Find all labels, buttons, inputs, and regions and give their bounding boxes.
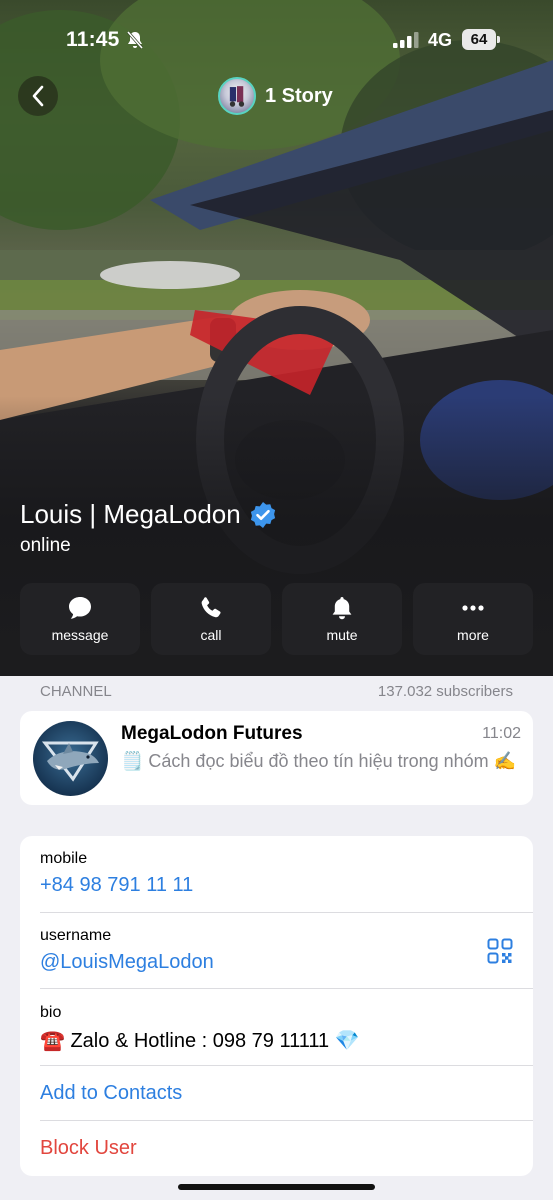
username-label: username xyxy=(40,927,112,944)
channel-title: MegaLodon Futures xyxy=(121,723,303,744)
call-label: call xyxy=(200,627,222,643)
mobile-label: mobile xyxy=(40,850,88,867)
block-user-button[interactable]: Block User xyxy=(40,1137,533,1160)
more-button[interactable]: more xyxy=(413,583,533,655)
add-to-contacts-button[interactable]: Add to Contacts xyxy=(40,1082,533,1105)
username-value[interactable]: @LouisMegaLodon xyxy=(40,951,533,974)
divider xyxy=(40,1120,533,1121)
verified-badge-icon[interactable] xyxy=(249,501,277,529)
silent-mode-icon xyxy=(126,31,144,49)
message-button[interactable]: message xyxy=(20,583,140,655)
username-row[interactable]: username @LouisMegaLodon xyxy=(40,927,533,974)
story-avatar xyxy=(218,77,256,115)
story-button[interactable]: 1 Story xyxy=(218,77,333,115)
mobile-value[interactable]: +84 98 791 11 11 xyxy=(40,874,533,897)
channel-section-header: CHANNEL 137.032 subscribers xyxy=(40,683,513,700)
call-button[interactable]: call xyxy=(151,583,271,655)
qr-code-icon[interactable] xyxy=(487,938,513,964)
divider xyxy=(40,912,533,913)
bio-row: bio ☎️ Zalo & Hotline : 098 79 11111 💎 xyxy=(40,1004,533,1053)
profile-name: Louis | MegaLodon xyxy=(20,499,277,530)
status-time: 11:45 xyxy=(66,28,120,51)
mobile-row[interactable]: mobile +84 98 791 11 11 xyxy=(40,850,533,897)
bio-value: ☎️ Zalo & Hotline : 098 79 11111 💎 xyxy=(40,1030,360,1052)
message-label: message xyxy=(51,627,109,643)
story-label: 1 Story xyxy=(265,84,333,107)
divider xyxy=(40,1065,533,1066)
network-type: 4G xyxy=(428,30,453,50)
chevron-left-icon xyxy=(32,85,44,107)
block-user-row[interactable]: Block User xyxy=(40,1131,533,1160)
shark-logo-icon xyxy=(41,741,99,782)
profile-name-text: Louis | MegaLodon xyxy=(20,499,241,529)
mute-label: mute xyxy=(326,627,358,643)
channel-last-time: 11:02 xyxy=(482,725,521,742)
channel-last-message: 🗒️ Cách đọc biểu đồ theo tín hiệu trong … xyxy=(121,751,517,771)
channel-avatar xyxy=(33,721,108,796)
contact-info-card: mobile +84 98 791 11 11 username @LouisM… xyxy=(20,836,533,1176)
status-bar: 11:45 4G 64 xyxy=(0,0,553,80)
story-thumbnail-icon xyxy=(229,86,245,107)
channel-heading: CHANNEL xyxy=(40,683,112,700)
mute-button[interactable]: mute xyxy=(282,583,402,655)
add-contacts-row[interactable]: Add to Contacts xyxy=(40,1076,533,1105)
online-status: online xyxy=(20,535,71,556)
profile-photo-header[interactable]: 11:45 4G 64 1 Story Louis | MegaLodon on… xyxy=(0,0,553,676)
battery-level: 64 xyxy=(462,29,496,50)
action-bar: message call mute more xyxy=(20,583,533,655)
subscriber-count: 137.032 subscribers xyxy=(377,683,513,700)
message-icon xyxy=(69,597,91,619)
back-button[interactable] xyxy=(18,76,58,116)
home-indicator[interactable] xyxy=(178,1184,375,1190)
cellular-signal-icon xyxy=(393,32,419,48)
bell-icon xyxy=(332,597,352,620)
battery-icon: 64 xyxy=(462,29,500,50)
more-label: more xyxy=(457,627,489,643)
phone-icon xyxy=(201,597,221,618)
channel-card[interactable]: MegaLodon Futures 11:02 🗒️ Cách đọc biểu… xyxy=(20,711,533,805)
bio-label: bio xyxy=(40,1004,62,1021)
divider xyxy=(40,988,533,989)
ellipsis-icon xyxy=(462,605,484,611)
